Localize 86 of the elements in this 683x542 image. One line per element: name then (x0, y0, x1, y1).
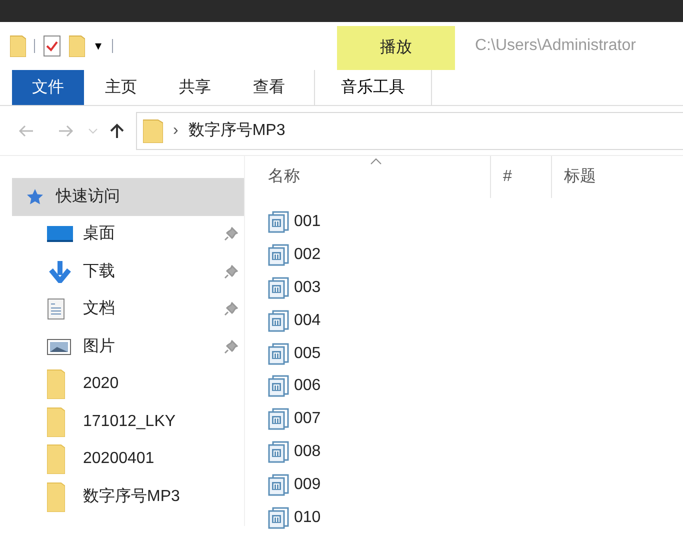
back-icon[interactable] (18, 124, 34, 136)
sidebar-label: 171012_LKY (83, 412, 177, 432)
file-row[interactable]: 008 (268, 436, 683, 468)
audio-file-icon (268, 211, 290, 234)
folder-icon (47, 406, 65, 437)
sidebar-label: 桌面 (83, 224, 116, 244)
audio-file-icon (268, 276, 290, 299)
down-arrow-icon (47, 260, 73, 283)
folder-icon (47, 369, 65, 400)
file-name: 002 (294, 245, 321, 266)
ribbon-tab[interactable]: 共享 (158, 70, 232, 105)
sidebar-item[interactable]: 下载 (12, 253, 244, 290)
file-name: 007 (294, 409, 321, 430)
file-name: 004 (294, 310, 321, 331)
pin-icon[interactable] (224, 264, 238, 279)
file-name: 005 (294, 344, 321, 364)
sidebar-label: 数字序号MP3 (83, 486, 181, 507)
ribbon-tab[interactable]: 音乐工具 (314, 70, 432, 105)
audio-file-icon (268, 244, 290, 266)
folder-icon[interactable] (10, 35, 26, 57)
file-row[interactable]: 002 (268, 238, 683, 272)
audio-file-icon (268, 506, 290, 529)
pin-icon[interactable] (224, 340, 238, 354)
audio-file-icon (268, 342, 290, 365)
column-header[interactable]: # (490, 156, 551, 198)
folder-icon[interactable] (69, 35, 85, 57)
up-arrow-icon[interactable] (110, 122, 124, 138)
ribbon-tab[interactable]: 查看 (232, 70, 306, 105)
chevron-down-icon[interactable] (88, 128, 98, 134)
folder-icon (143, 118, 163, 142)
sidebar-item[interactable]: 2020 (12, 366, 244, 403)
sidebar-label: 下载 (83, 262, 116, 282)
file-row[interactable]: 007 (268, 402, 683, 436)
file-name: 001 (294, 212, 321, 232)
sidebar-item[interactable]: 快速访问 (12, 178, 244, 216)
sidebar-item[interactable]: 171012_LKY (12, 403, 244, 440)
picture-icon (47, 338, 71, 355)
column-label: # (503, 167, 512, 187)
file-row[interactable]: 004 (268, 304, 683, 338)
sidebar-label: 文档 (83, 298, 116, 320)
sidebar-label: 快速访问 (56, 186, 121, 207)
file-row[interactable]: 005 (268, 337, 683, 370)
ribbon-tab[interactable]: 主页 (84, 70, 158, 105)
document-icon (47, 298, 65, 320)
sidebar-label: 图片 (83, 336, 116, 357)
file-name: 003 (294, 278, 321, 298)
folder-icon (47, 482, 65, 512)
file-row[interactable]: 009 (268, 468, 683, 502)
file-name: 006 (294, 376, 321, 396)
column-header[interactable]: 标题 (551, 156, 651, 198)
sidebar-item[interactable]: 数字序号MP3 (12, 478, 244, 516)
sidebar-label: 20200401 (83, 449, 156, 470)
file-name: 010 (294, 508, 321, 528)
sidebar-item[interactable]: 文档 (12, 290, 244, 328)
pin-icon[interactable] (224, 227, 238, 242)
audio-file-icon (268, 440, 290, 463)
breadcrumb-separator: › (173, 120, 178, 140)
column-label: 名称 (268, 167, 300, 187)
audio-file-icon (268, 408, 290, 430)
sidebar-label: 2020 (83, 374, 120, 394)
audio-file-icon (268, 310, 290, 332)
address-field[interactable]: › 数字序号MP3 (136, 112, 683, 150)
star-icon (26, 188, 44, 206)
file-tab[interactable]: 文件 (12, 70, 84, 105)
context-tab-group: 播放 (337, 26, 455, 70)
folder-icon (47, 444, 65, 474)
audio-file-icon (268, 474, 290, 496)
column-label: 标题 (564, 167, 596, 187)
sidebar-item[interactable]: 桌面 (12, 216, 244, 253)
sidebar-item[interactable]: 图片 (12, 328, 244, 366)
file-name: 008 (294, 442, 321, 462)
forward-icon[interactable] (58, 124, 74, 136)
breadcrumb-item[interactable]: 数字序号MP3 (188, 118, 286, 142)
window-title: C:\Users\Administrator (475, 36, 636, 56)
file-row[interactable]: 006 (268, 370, 683, 403)
file-name: 009 (294, 474, 321, 495)
column-header[interactable]: 名称 (268, 156, 490, 198)
pin-icon[interactable] (224, 302, 238, 316)
checklist-icon[interactable] (43, 35, 61, 57)
customize-toolbar-button[interactable]: ▾ (93, 36, 104, 56)
audio-file-icon (268, 375, 290, 398)
file-row[interactable]: 003 (268, 272, 683, 304)
file-row[interactable]: 010 (268, 501, 683, 534)
sidebar-item[interactable]: 20200401 (12, 440, 244, 478)
monitor-icon (47, 226, 73, 242)
file-row[interactable]: 001 (268, 206, 683, 239)
